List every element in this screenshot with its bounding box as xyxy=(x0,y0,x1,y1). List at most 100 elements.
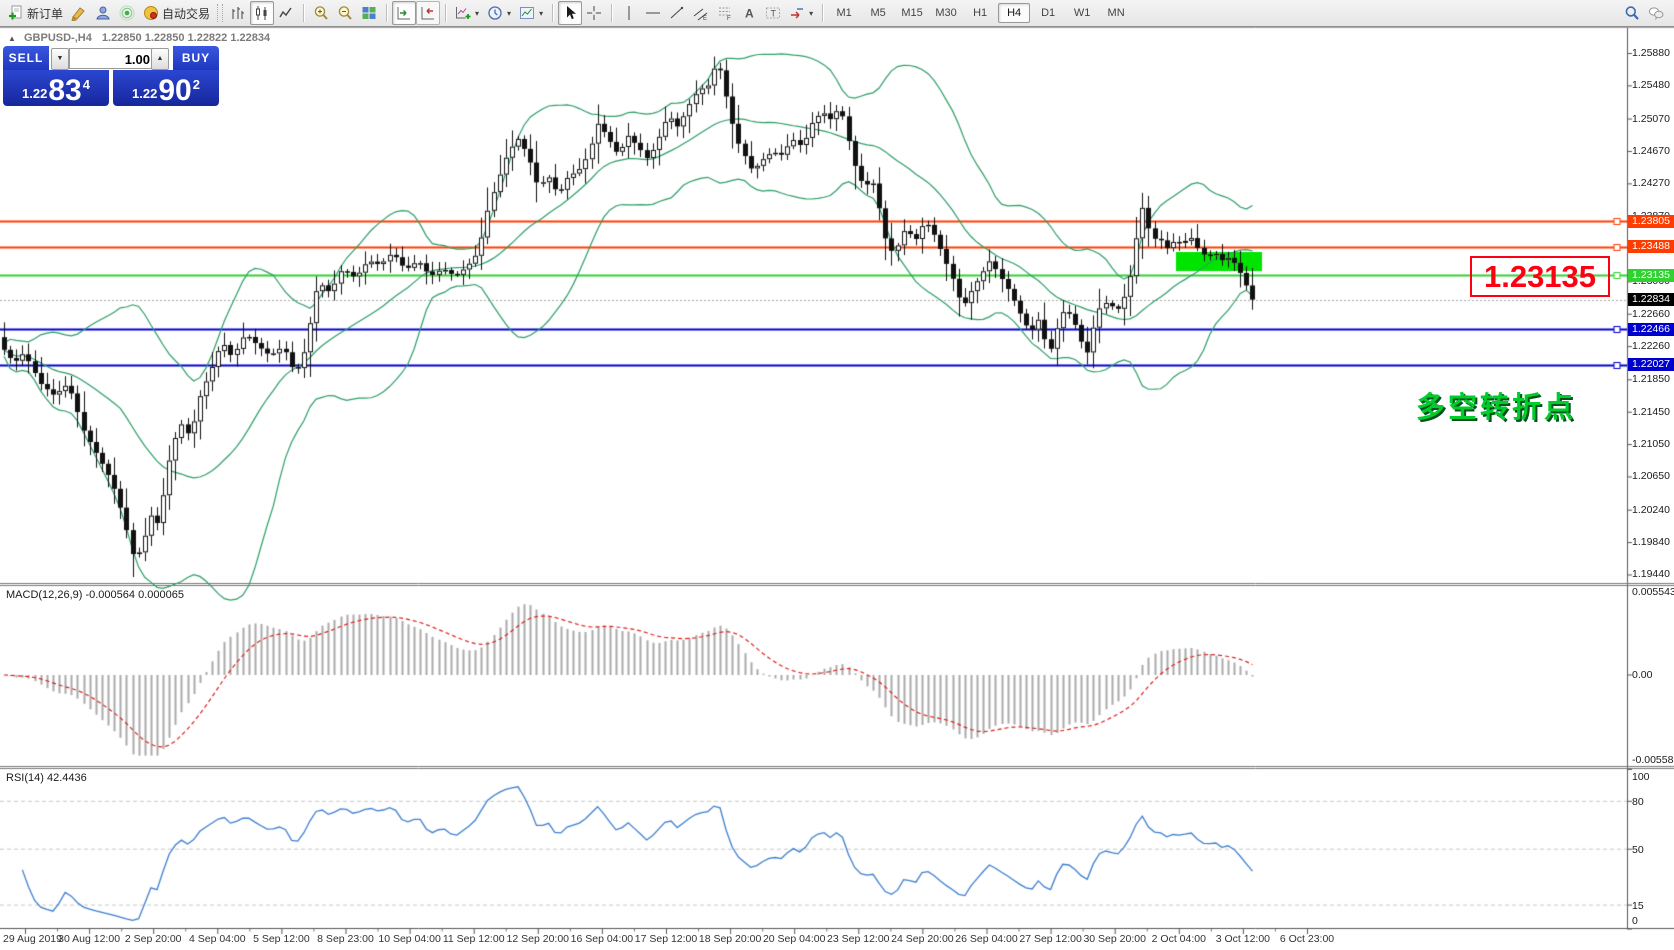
time-tick-label: 16 Sep 04:00 xyxy=(570,933,634,945)
price-level-tag: 1.22466 xyxy=(1628,322,1674,336)
autotrading-button[interactable]: 自动交易 xyxy=(139,1,214,25)
auto-scroll-button[interactable] xyxy=(392,1,417,25)
time-tick-label: 20 Sep 04:00 xyxy=(762,933,826,945)
cursor-button[interactable] xyxy=(558,1,583,25)
buy-price-display[interactable]: 1.22 90 2 xyxy=(113,70,219,106)
price-tick-label: 1.25070 xyxy=(1632,112,1670,125)
time-tick-label: 27 Sep 12:00 xyxy=(1019,933,1082,945)
volume-decrease-button[interactable]: ▼ xyxy=(51,48,69,70)
templates-button[interactable]: ▾ xyxy=(515,1,547,25)
svg-text:E: E xyxy=(703,16,707,21)
shapes-button[interactable]: ▾ xyxy=(785,1,817,25)
svg-text:F: F xyxy=(727,16,731,21)
text-button[interactable]: A xyxy=(737,1,761,25)
time-tick-label: 29 Aug 2019 xyxy=(3,933,62,945)
toolbar-separator xyxy=(611,4,613,22)
price-tick-label: 1.21850 xyxy=(1632,373,1670,386)
timeframe-d1-button[interactable]: D1 xyxy=(1032,3,1064,23)
toolbar-separator xyxy=(822,4,824,22)
autotrading-label: 自动交易 xyxy=(162,6,211,21)
chart-symbol-period: GBPUSD-,H4 xyxy=(23,32,92,44)
zoom-in-button[interactable] xyxy=(309,1,333,25)
time-tick-label: 11 Sep 12:00 xyxy=(442,933,505,945)
periods-button[interactable]: ▾ xyxy=(483,1,515,25)
styler-button[interactable] xyxy=(67,1,91,25)
chart-shift-icon xyxy=(421,7,435,20)
price-level-tag: 1.23805 xyxy=(1628,214,1674,228)
bar-chart-button[interactable] xyxy=(226,1,250,25)
rsi-axis-label: 0 xyxy=(1632,915,1638,927)
zoom-in-icon xyxy=(314,6,328,20)
price-tick-label: 1.21050 xyxy=(1632,438,1670,451)
new-order-icon xyxy=(9,5,22,20)
zoom-out-button[interactable] xyxy=(333,1,357,25)
timeframe-bar: M1 M5 M15 M30 H1 H4 D1 W1 MN xyxy=(828,3,1132,23)
vertical-line-button[interactable] xyxy=(617,1,641,25)
collapse-triangle-icon[interactable]: ▲ xyxy=(8,34,16,43)
time-tick-label: 30 Aug 12:00 xyxy=(58,933,121,945)
candlestick-chart-button[interactable] xyxy=(250,1,275,25)
chat-icon[interactable] xyxy=(1648,5,1664,21)
crayon-icon xyxy=(71,7,85,21)
vertical-line-icon xyxy=(628,6,630,20)
new-order-button[interactable]: 新订单 xyxy=(4,1,67,25)
timeframe-m30-button[interactable]: M30 xyxy=(930,3,962,23)
timeframe-w1-button[interactable]: W1 xyxy=(1066,3,1098,23)
sell-price-big: 83 xyxy=(48,74,82,107)
price-tick-label: 1.24270 xyxy=(1632,177,1670,190)
sell-button[interactable]: SELL xyxy=(3,46,49,70)
text-label-button[interactable]: T xyxy=(761,1,785,25)
time-tick-label: 2 Sep 20:00 xyxy=(124,933,182,945)
search-icon[interactable] xyxy=(1624,5,1640,21)
timeframe-h1-button[interactable]: H1 xyxy=(964,3,996,23)
arrows-icon xyxy=(791,8,804,19)
fibonacci-button[interactable]: F xyxy=(713,1,737,25)
signals-button[interactable] xyxy=(115,1,139,25)
chart-canvas[interactable] xyxy=(0,0,1674,950)
timeframe-m15-button[interactable]: M15 xyxy=(896,3,928,23)
price-tick-label: 1.25480 xyxy=(1632,79,1670,92)
time-tick-label: 30 Sep 20:00 xyxy=(1083,933,1146,945)
chinese-note-text[interactable]: 多空转折点 xyxy=(1416,384,1576,426)
sell-price-display[interactable]: 1.22 83 4 xyxy=(3,70,109,106)
toolbar-separator xyxy=(303,4,305,22)
channel-icon: E xyxy=(693,8,708,21)
timeframe-m1-button[interactable]: M1 xyxy=(828,3,860,23)
volume-input[interactable] xyxy=(69,48,157,69)
chart-shift-button[interactable] xyxy=(416,1,441,25)
volume-increase-button[interactable]: ▲ xyxy=(151,48,169,70)
community-button[interactable] xyxy=(91,1,115,25)
timeframe-mn-button[interactable]: MN xyxy=(1100,3,1132,23)
main-toolbar: 新订单 自动交易 ▾ ▾ ▾ E F A T ▾ M1 M5 M15 M30 H… xyxy=(0,0,1674,27)
time-tick-label: 5 Sep 12:00 xyxy=(253,933,310,945)
time-tick-label: 2 Oct 04:00 xyxy=(1151,933,1206,945)
time-tick-label: 8 Sep 23:00 xyxy=(317,933,374,945)
trendline-button[interactable] xyxy=(665,1,689,25)
dropdown-caret: ▾ xyxy=(507,8,512,18)
toolbar-separator xyxy=(552,4,554,22)
line-chart-button[interactable] xyxy=(274,1,298,25)
buy-button[interactable]: BUY xyxy=(173,46,219,70)
timeframe-h4-button[interactable]: H4 xyxy=(998,3,1031,23)
time-tick-label: 3 Oct 12:00 xyxy=(1215,933,1271,945)
price-callout-box[interactable]: 1.23135 xyxy=(1470,256,1610,297)
price-tick-label: 1.22260 xyxy=(1632,340,1670,353)
equidistant-channel-button[interactable]: E xyxy=(689,1,713,25)
buy-price-prefix: 1.22 xyxy=(132,86,158,101)
indicators-add-icon xyxy=(456,7,471,19)
indicators-button[interactable]: ▾ xyxy=(451,1,483,25)
time-tick-label: 6 Oct 23:00 xyxy=(1279,933,1335,945)
macd-axis-label: 0.00 xyxy=(1632,669,1653,681)
macd-axis-label: -0.005583 xyxy=(1632,754,1674,767)
sell-price-sup: 4 xyxy=(82,77,90,92)
cursor-icon xyxy=(567,6,577,20)
profile-icon xyxy=(96,6,110,20)
time-tick-label: 4 Sep 04:00 xyxy=(188,933,246,945)
rsi-axis-label: 100 xyxy=(1632,771,1650,783)
crosshair-button[interactable] xyxy=(582,1,606,25)
tile-windows-icon xyxy=(362,7,376,19)
horizontal-line-button[interactable] xyxy=(641,1,665,25)
timeframe-m5-button[interactable]: M5 xyxy=(862,3,894,23)
tile-windows-button[interactable] xyxy=(357,1,381,25)
toolbar-separator xyxy=(386,4,388,22)
